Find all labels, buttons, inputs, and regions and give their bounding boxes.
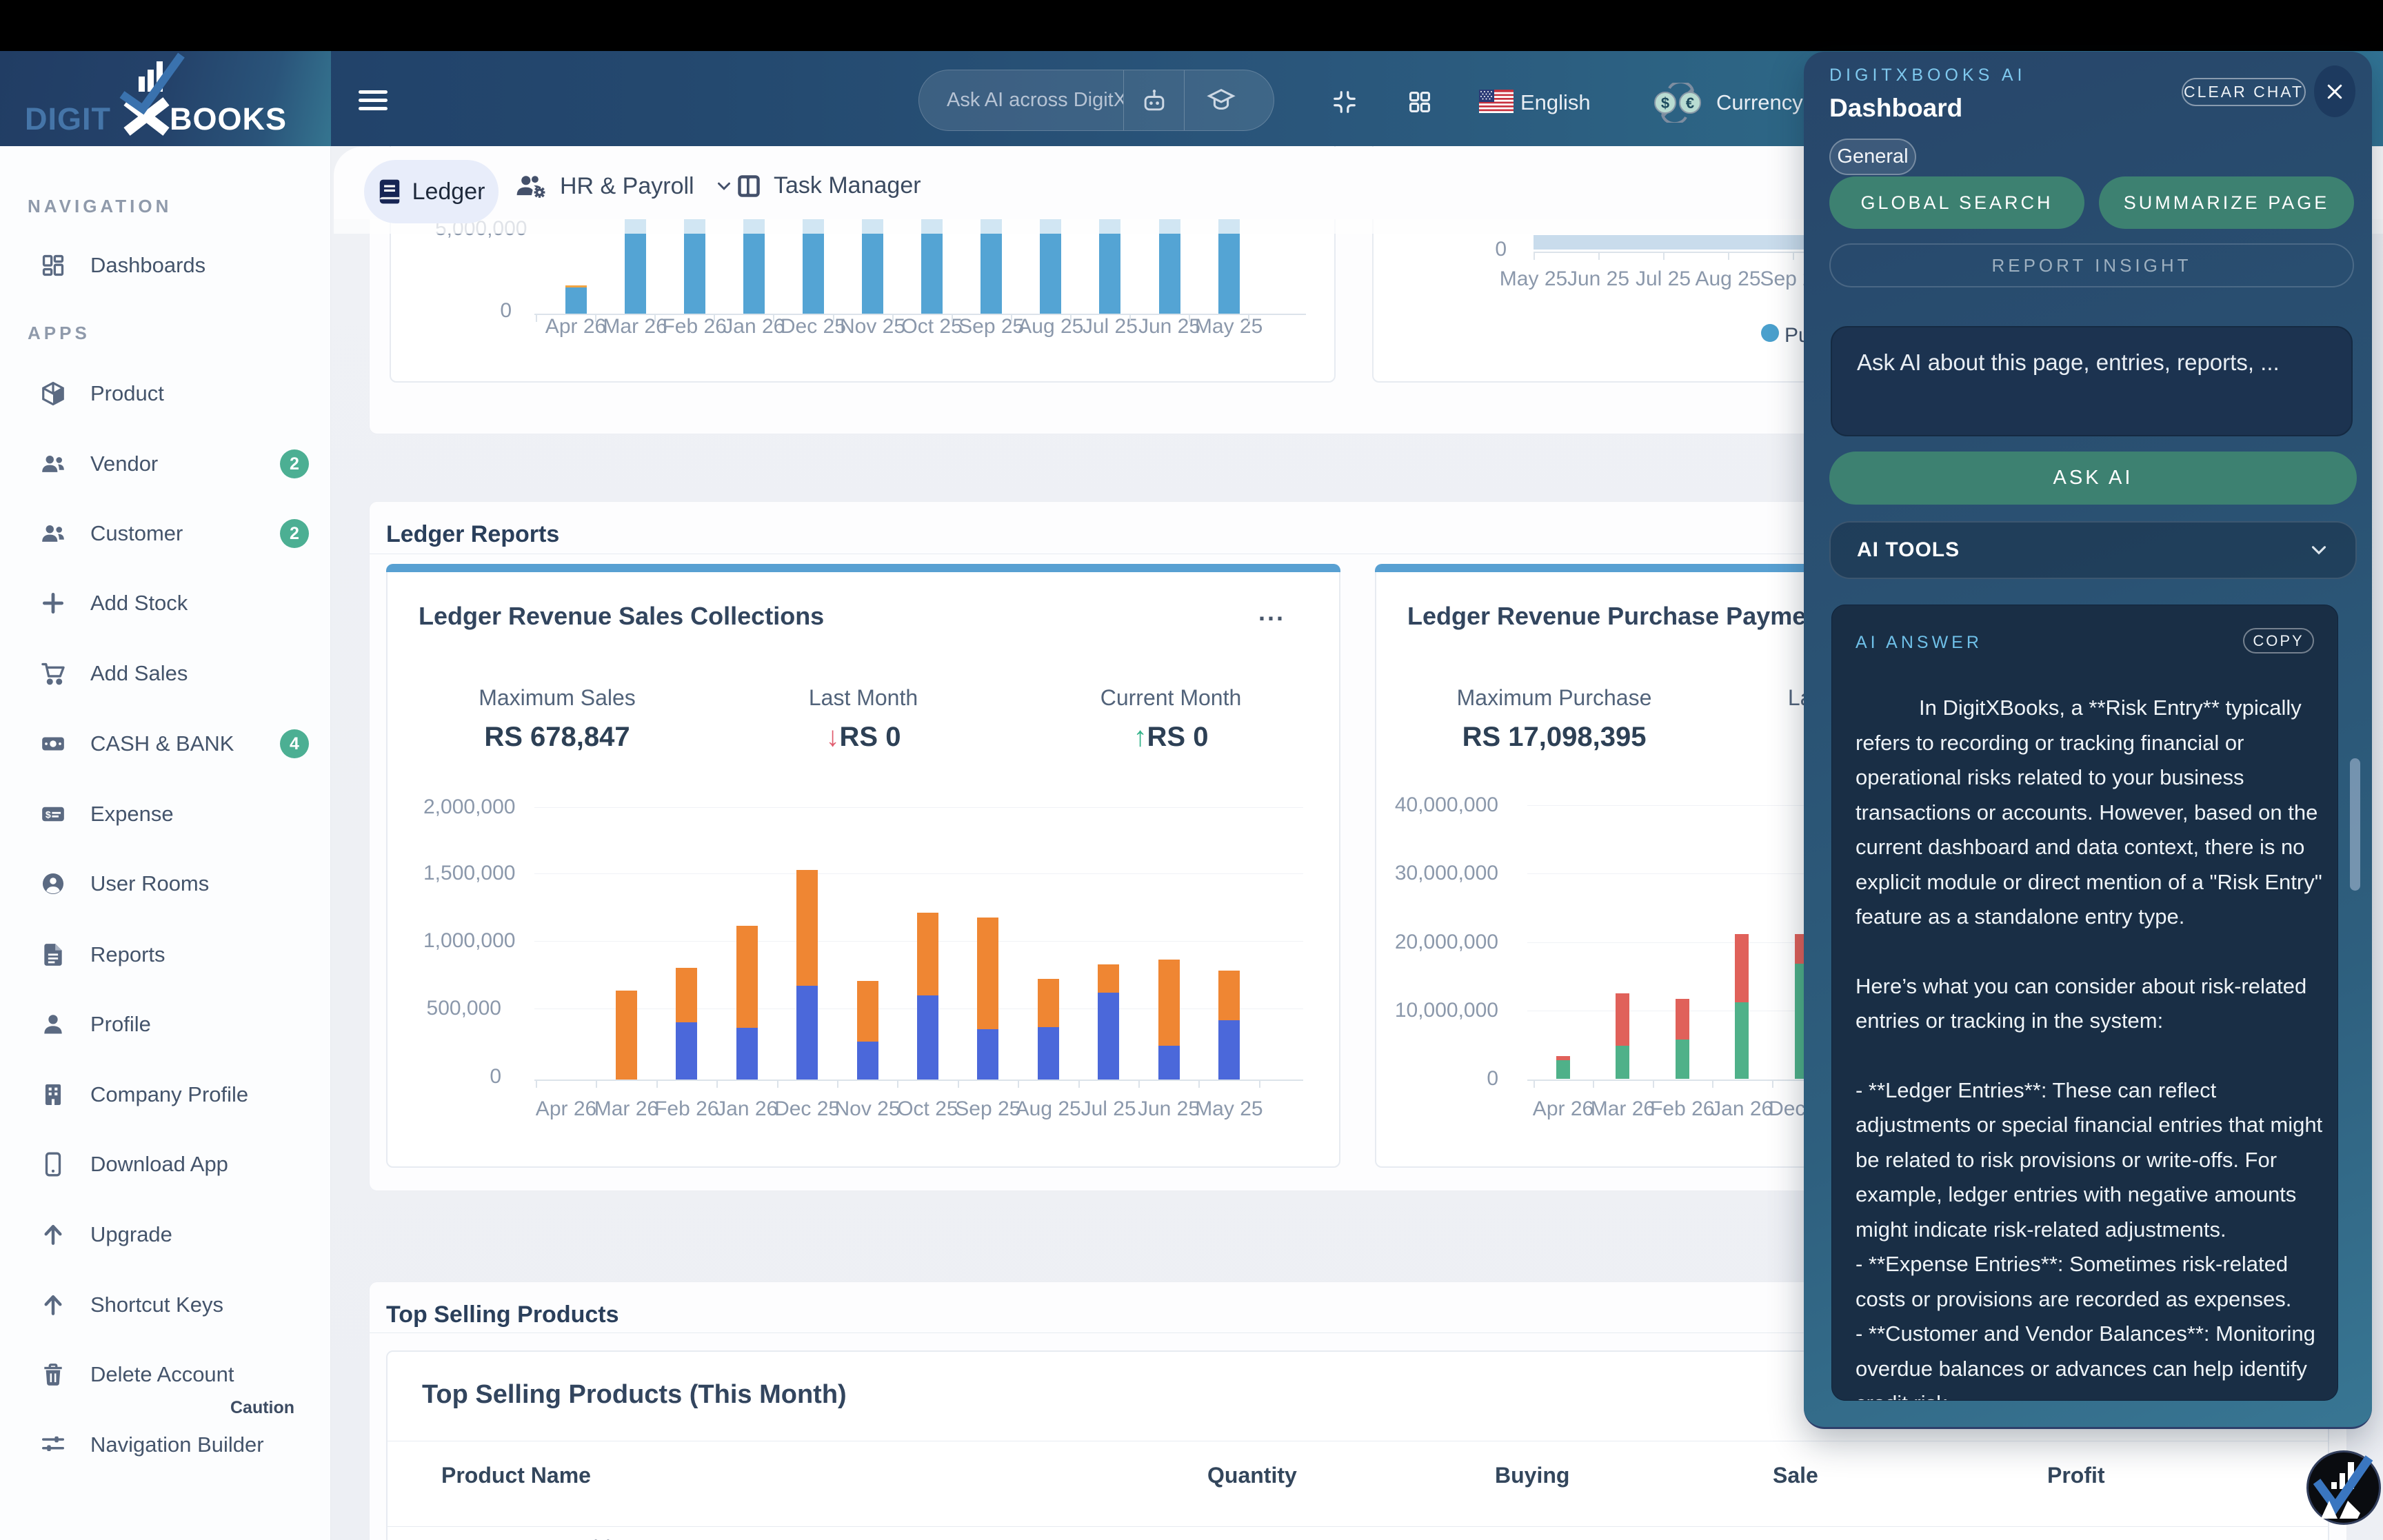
svg-text:€: € xyxy=(1686,94,1694,112)
svg-text:$: $ xyxy=(46,810,51,821)
svg-text:$: $ xyxy=(1661,94,1669,112)
svg-text:BOOKS: BOOKS xyxy=(170,101,287,136)
svg-text:DIGIT: DIGIT xyxy=(25,101,111,136)
